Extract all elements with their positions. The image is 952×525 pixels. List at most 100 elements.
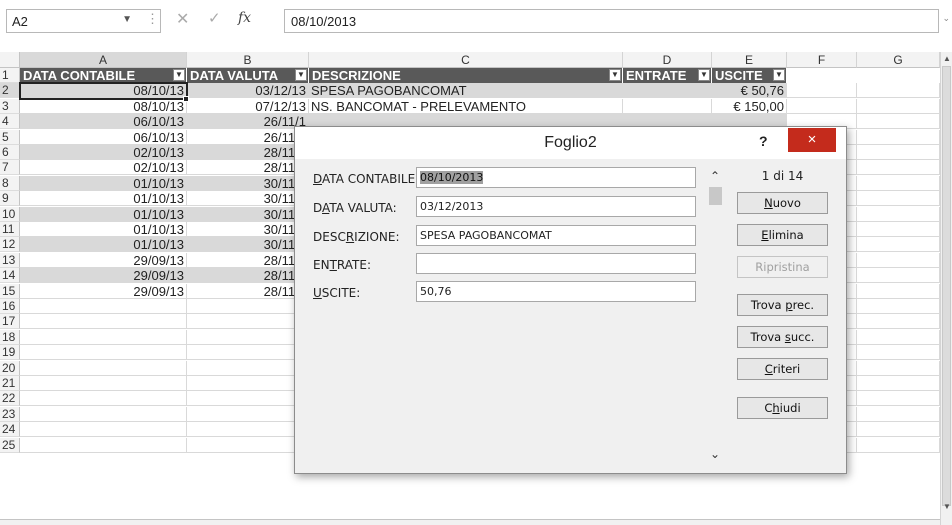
empty-cell[interactable]	[187, 329, 309, 345]
table-cell[interactable]: 08/10/13	[20, 83, 187, 99]
table-cell[interactable]: 28/11/1	[187, 252, 309, 268]
name-box[interactable]: A2 ▼	[6, 9, 161, 33]
table-cell[interactable]: € 50,76	[712, 83, 787, 99]
record-scrollbar[interactable]: ⌃ ⌄	[707, 167, 724, 465]
row-header[interactable]: 17	[0, 314, 20, 330]
chevron-down-icon[interactable]: ⌄	[710, 447, 720, 461]
table-cell[interactable]: 30/11/1	[187, 206, 309, 222]
table-cell[interactable]: 30/11/1	[187, 222, 309, 237]
empty-cell[interactable]	[20, 299, 187, 314]
table-cell[interactable]: 28/11/1	[187, 268, 309, 284]
empty-cell[interactable]	[20, 391, 187, 407]
empty-cell[interactable]	[187, 391, 309, 407]
table-cell[interactable]: 26/11/1	[187, 129, 309, 145]
fx-icon[interactable]: fx	[238, 10, 251, 26]
empty-cell[interactable]	[857, 299, 940, 314]
close-icon[interactable]: ✕	[176, 9, 189, 29]
row-header[interactable]: 1	[0, 68, 20, 83]
table-cell[interactable]	[857, 98, 940, 114]
table-cell[interactable]: 28/11/1	[187, 160, 309, 176]
column-header-f[interactable]: F	[787, 52, 857, 68]
table-cell[interactable]	[857, 191, 940, 207]
row-header[interactable]: 25	[0, 437, 20, 453]
empty-cell[interactable]	[857, 329, 940, 345]
empty-cell[interactable]	[20, 360, 187, 376]
table-cell[interactable]: 29/09/13	[20, 283, 187, 299]
uscite-field[interactable]: 50,76	[416, 281, 696, 302]
empty-cell[interactable]	[20, 314, 187, 330]
table-cell[interactable]: 28/11/1	[187, 145, 309, 160]
row-header[interactable]: 19	[0, 345, 20, 361]
row-header[interactable]: 18	[0, 329, 20, 345]
table-cell[interactable]	[857, 222, 940, 237]
row-header[interactable]: 8	[0, 175, 20, 191]
empty-cell[interactable]	[20, 406, 187, 422]
column-header-a[interactable]: A	[20, 52, 187, 68]
ripristina-button[interactable]: Ripristina	[737, 256, 828, 278]
row-header[interactable]: 20	[0, 360, 20, 376]
table-cell[interactable]	[787, 83, 857, 99]
checkmark-icon[interactable]: ✓	[208, 9, 221, 27]
empty-cell[interactable]	[857, 360, 940, 376]
empty-cell[interactable]	[857, 437, 940, 453]
elimina-button[interactable]: Elimina	[737, 224, 828, 246]
row-header[interactable]: 4	[0, 114, 20, 130]
filter-dropdown-icon[interactable]: ▼	[173, 69, 185, 81]
empty-cell[interactable]	[187, 345, 309, 361]
table-cell[interactable]: 08/10/13	[20, 98, 187, 114]
more-options-icon[interactable]: ⋮	[146, 11, 159, 27]
row-header[interactable]: 7	[0, 160, 20, 176]
empty-cell[interactable]	[187, 406, 309, 422]
chiudi-button[interactable]: Chiudi	[737, 397, 828, 419]
table-cell[interactable]	[857, 206, 940, 222]
criteri-button[interactable]: Criteri	[737, 358, 828, 380]
table-cell[interactable]	[857, 145, 940, 160]
row-header[interactable]: 12	[0, 237, 20, 253]
table-cell[interactable]: 06/10/13	[20, 129, 187, 145]
row-header[interactable]: 2	[0, 83, 20, 99]
filter-dropdown-icon[interactable]: ▼	[773, 69, 785, 81]
table-cell[interactable]: 06/10/13	[20, 114, 187, 130]
dialog-titlebar[interactable]: Foglio2 ? ×	[295, 127, 846, 159]
table-cell[interactable]	[857, 252, 940, 268]
empty-cell[interactable]	[20, 376, 187, 391]
descrizione-field[interactable]: SPESA PAGOBANCOMAT	[416, 225, 696, 246]
table-cell[interactable]	[857, 83, 940, 99]
row-header[interactable]: 6	[0, 145, 20, 160]
fill-handle[interactable]	[183, 95, 189, 102]
row-header[interactable]: 23	[0, 406, 20, 422]
filter-dropdown-icon[interactable]: ▼	[295, 69, 307, 81]
table-cell[interactable]: 01/10/13	[20, 237, 187, 253]
scroll-down-icon[interactable]: ▼	[943, 502, 951, 511]
table-cell[interactable]: 01/10/13	[20, 222, 187, 237]
table-cell[interactable]	[857, 237, 940, 253]
empty-cell[interactable]	[187, 437, 309, 453]
table-cell[interactable]: 30/11/1	[187, 237, 309, 253]
table-cell[interactable]: NS. BANCOMAT - PRELEVAMENTO	[309, 98, 623, 114]
empty-cell[interactable]	[857, 422, 940, 438]
table-cell[interactable]: 29/09/13	[20, 252, 187, 268]
empty-cell[interactable]	[857, 376, 940, 391]
table-cell[interactable]: 29/09/13	[20, 268, 187, 284]
table-cell[interactable]	[857, 129, 940, 145]
table-cell[interactable]: 01/10/13	[20, 206, 187, 222]
column-header-g[interactable]: G	[857, 52, 940, 68]
row-header[interactable]: 13	[0, 252, 20, 268]
row-header[interactable]: 21	[0, 376, 20, 391]
close-button[interactable]: ×	[788, 128, 836, 152]
nuovo-button[interactable]: Nuovo	[737, 192, 828, 214]
table-cell[interactable]	[857, 114, 940, 130]
empty-cell[interactable]	[20, 329, 187, 345]
empty-cell[interactable]	[187, 376, 309, 391]
table-cell[interactable]: 28/11/1	[187, 283, 309, 299]
scroll-up-icon[interactable]: ▲	[943, 54, 951, 63]
formula-input[interactable]: 08/10/2013	[284, 9, 939, 33]
table-cell[interactable]: 02/10/13	[20, 145, 187, 160]
data-valuta-field[interactable]: 03/12/2013	[416, 196, 696, 217]
empty-cell[interactable]	[187, 360, 309, 376]
table-cell[interactable]	[857, 160, 940, 176]
empty-cell[interactable]	[857, 345, 940, 361]
column-header-c[interactable]: C	[309, 52, 623, 68]
select-all-corner[interactable]	[0, 52, 20, 68]
vertical-scrollbar[interactable]: ▲ ▼	[940, 52, 952, 525]
